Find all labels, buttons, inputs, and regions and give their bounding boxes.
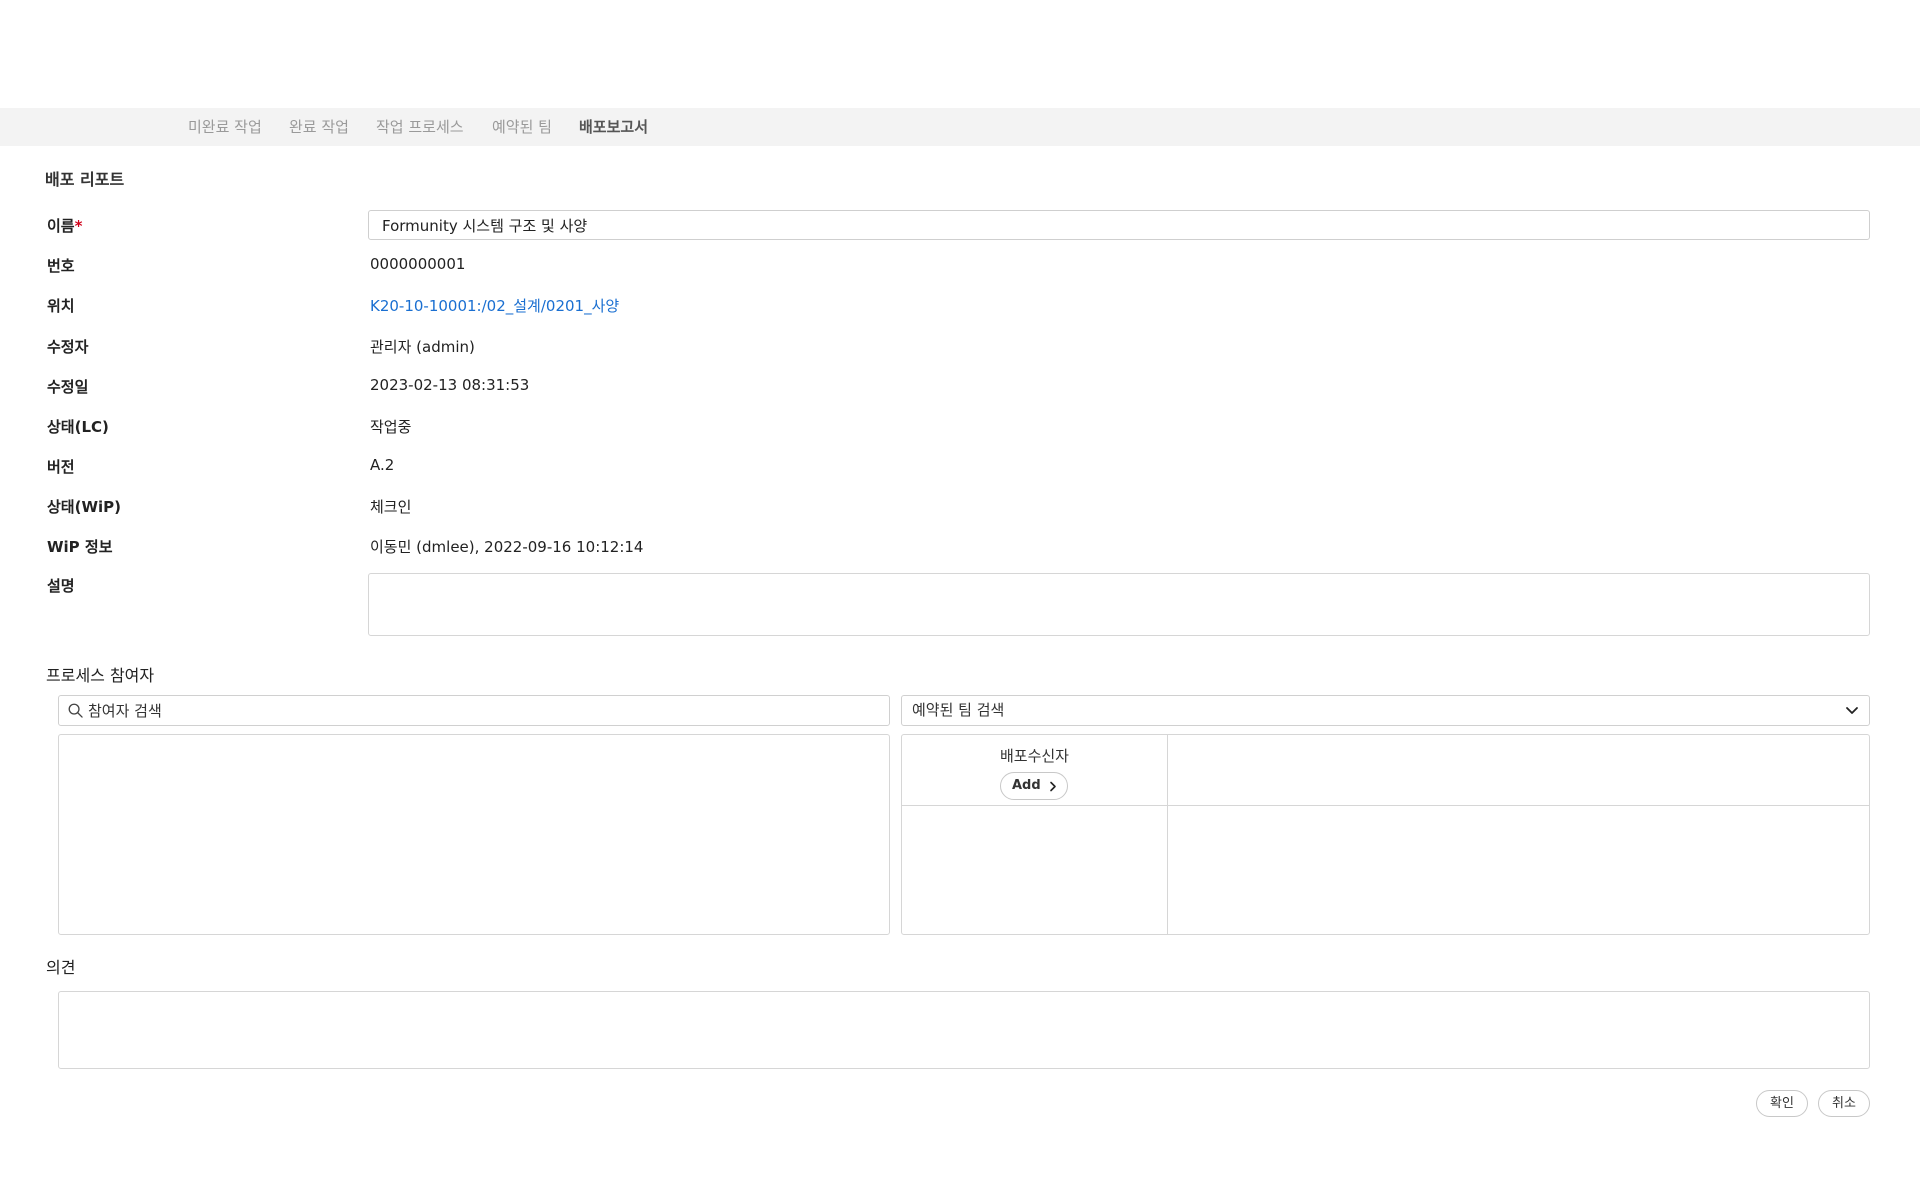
wip-info-label: WiP 정보 xyxy=(47,538,113,556)
required-mark: * xyxy=(74,217,83,235)
reserved-team-select[interactable]: 예약된 팀 검색 xyxy=(901,695,1870,726)
status-lc-value: 작업중 xyxy=(370,418,412,436)
modifier-label: 수정자 xyxy=(47,338,89,356)
modified-date-label: 수정일 xyxy=(47,378,89,396)
receiver-table-divider xyxy=(1167,735,1168,934)
search-icon xyxy=(68,703,83,718)
add-button-label: Add xyxy=(1012,778,1041,793)
description-textarea[interactable] xyxy=(368,573,1870,636)
tab-deployment-report[interactable]: 배포보고서 xyxy=(579,108,648,146)
status-lc-label: 상태(LC) xyxy=(47,418,109,436)
modifier-value: 관리자 (admin) xyxy=(370,338,475,356)
version-label: 버전 xyxy=(47,458,75,476)
tab-incomplete-tasks[interactable]: 미완료 작업 xyxy=(188,108,262,146)
modified-date-value: 2023-02-13 08:31:53 xyxy=(370,376,530,394)
receiver-table-row-divider xyxy=(902,805,1869,806)
confirm-button[interactable]: 확인 xyxy=(1756,1090,1808,1117)
tab-completed-tasks[interactable]: 완료 작업 xyxy=(289,108,349,146)
chevron-down-icon xyxy=(1846,707,1858,714)
chevron-right-icon xyxy=(1050,781,1056,792)
tab-bar: 미완료 작업 완료 작업 작업 프로세스 예약된 팀 배포보고서 xyxy=(0,108,1920,146)
participant-list[interactable] xyxy=(58,734,890,935)
participant-search-input[interactable] xyxy=(58,695,890,726)
name-label: 이름* xyxy=(47,217,83,235)
description-label: 설명 xyxy=(47,577,75,595)
receiver-label: 배포수신자 xyxy=(999,747,1069,765)
opinion-title: 의견 xyxy=(46,958,76,977)
tab-reserved-team[interactable]: 예약된 팀 xyxy=(492,108,552,146)
participant-search xyxy=(58,695,890,726)
add-receiver-button[interactable]: Add xyxy=(1000,772,1068,800)
status-wip-label: 상태(WiP) xyxy=(47,498,121,516)
tab-task-process[interactable]: 작업 프로세스 xyxy=(376,108,464,146)
cancel-button[interactable]: 취소 xyxy=(1818,1090,1870,1117)
number-value: 0000000001 xyxy=(370,255,466,273)
location-label: 위치 xyxy=(47,297,75,315)
name-input[interactable] xyxy=(368,210,1870,240)
reserved-team-select-value: 예약된 팀 검색 xyxy=(912,701,1005,719)
wip-info-value: 이동민 (dmlee), 2022-09-16 10:12:14 xyxy=(370,538,644,556)
version-value: A.2 xyxy=(370,456,395,474)
location-link[interactable]: K20-10-10001:/02_설계/0201_사양 xyxy=(370,295,619,316)
opinion-textarea[interactable] xyxy=(58,991,1870,1069)
participants-title: 프로세스 참여자 xyxy=(46,666,155,685)
number-label: 번호 xyxy=(47,257,75,275)
status-wip-value: 체크인 xyxy=(370,498,412,516)
report-title: 배포 리포트 xyxy=(45,170,125,189)
